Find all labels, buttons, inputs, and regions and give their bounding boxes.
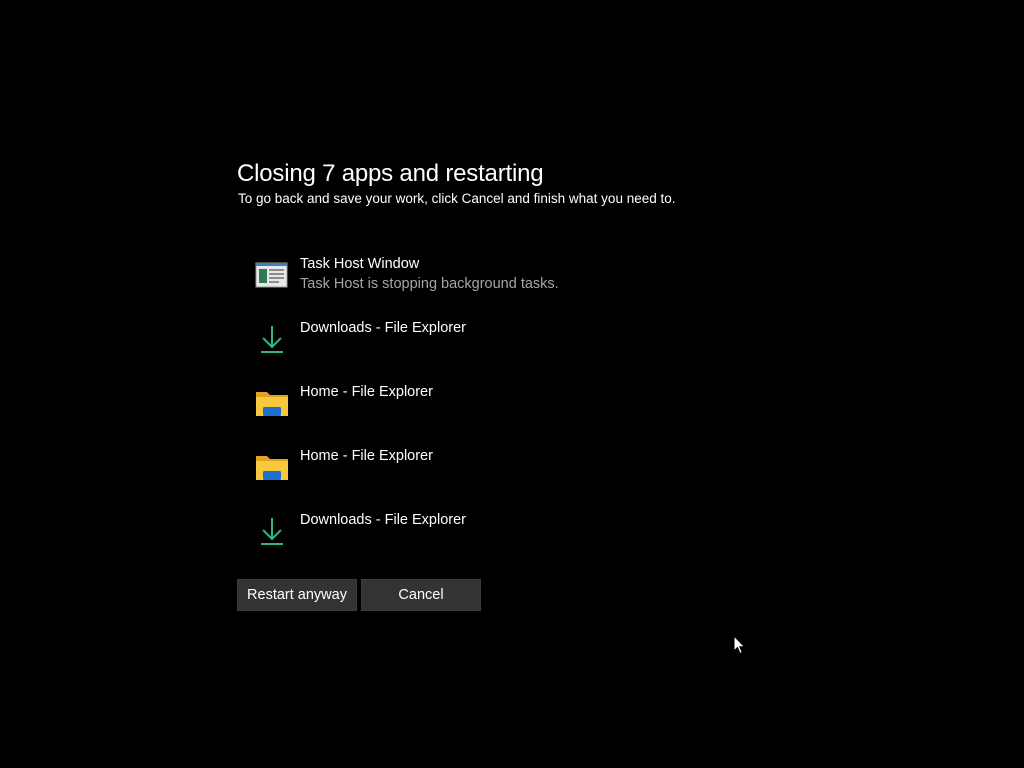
app-name: Task Host Window — [300, 256, 420, 272]
app-text: Home - File Explorer — [300, 446, 433, 466]
list-item: Task Host Window Task Host is stopping b… — [255, 254, 755, 318]
closing-apps-dialog: Closing 7 apps and restarting To go back… — [237, 158, 797, 611]
app-name: Downloads - File Explorer — [300, 320, 467, 336]
mouse-pointer-icon — [733, 635, 746, 655]
folder-icon — [255, 450, 289, 484]
app-name: Home - File Explorer — [300, 448, 433, 464]
app-text: Home - File Explorer — [300, 382, 433, 402]
list-item: Home - File Explorer — [255, 382, 755, 446]
app-text: Downloads - File Explorer — [300, 510, 466, 530]
restart-anyway-button[interactable]: Restart anyway — [237, 579, 357, 611]
task-host-icon — [255, 258, 289, 292]
download-arrow-icon — [255, 322, 289, 356]
open-apps-list: Task Host Window Task Host is stopping b… — [255, 254, 755, 574]
app-text: Task Host Window Task Host is stopping b… — [300, 254, 559, 294]
app-name: Downloads - File Explorer — [300, 512, 467, 528]
restart-screen: Closing 7 apps and restarting To go back… — [0, 0, 1024, 768]
app-text: Downloads - File Explorer — [300, 318, 466, 338]
cancel-button[interactable]: Cancel — [361, 579, 481, 611]
download-arrow-icon — [255, 514, 289, 548]
list-item: Downloads - File Explorer — [255, 318, 755, 382]
dialog-title: Closing 7 apps and restarting — [237, 160, 544, 187]
list-item: Home - File Explorer — [255, 446, 755, 510]
app-name: Home - File Explorer — [300, 384, 433, 400]
button-row: Restart anyway Cancel — [237, 579, 481, 611]
app-status: Task Host is stopping background tasks. — [300, 276, 559, 292]
list-item: Downloads - File Explorer — [255, 510, 755, 574]
folder-icon — [255, 386, 289, 420]
dialog-subtitle: To go back and save your work, click Can… — [238, 191, 676, 206]
